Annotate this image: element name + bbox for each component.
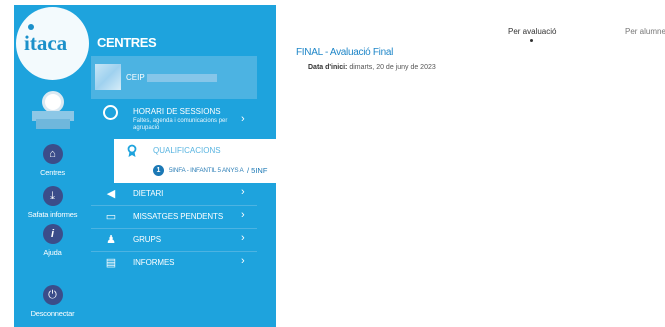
document-icon: ▤ xyxy=(105,257,117,269)
menu-item-informes[interactable]: ▤ INFORMES › xyxy=(91,252,257,274)
tab-per-avaluacio[interactable]: Per avaluació xyxy=(508,27,556,36)
user-avatar[interactable] xyxy=(32,91,74,133)
school-name: CEIP xyxy=(126,73,217,82)
tab-per-alumne[interactable]: Per alumne xyxy=(625,27,665,36)
chat-icon: ▭ xyxy=(105,211,117,223)
school-prefix: CEIP xyxy=(126,73,145,82)
logo-dot xyxy=(28,24,34,30)
group-suffix[interactable]: / 5INF xyxy=(247,166,267,175)
evaluation-title[interactable]: FINAL - Avaluació Final xyxy=(296,47,393,58)
rail-label-centres: Centres xyxy=(40,168,65,177)
menu-item-grups[interactable]: ♟ GRUPS › xyxy=(91,229,257,251)
avatar-head xyxy=(42,91,64,113)
school-selector[interactable]: CEIP xyxy=(91,56,257,99)
menu-item-qualificacions[interactable]: QUALIFICACIONS 1 5INFA - INFANTIL 5 ANYS… xyxy=(114,139,276,183)
informes-label: INFORMES xyxy=(133,258,175,267)
school-name-redacted xyxy=(146,73,217,82)
clock-icon xyxy=(103,105,118,120)
chevron-right-icon: › xyxy=(241,113,245,125)
date-label: Data d'inici: xyxy=(308,64,348,71)
dietari-label: DIETARI xyxy=(133,189,164,198)
missatges-label: MISSATGES PENDENTS xyxy=(133,212,224,221)
left-rail: itaca ⌂ Centres ⤓ Safata informes i Ajud… xyxy=(14,5,91,327)
home-icon: ⌂ xyxy=(42,144,63,164)
download-tray-icon: ⤓ xyxy=(42,186,63,206)
school-image xyxy=(95,64,121,90)
itaca-logo[interactable]: itaca xyxy=(16,7,89,80)
grups-label: GRUPS xyxy=(133,235,161,244)
date-value: dimarts, 20 de juny de 2023 xyxy=(349,64,436,71)
active-tab-indicator xyxy=(530,39,533,42)
award-icon xyxy=(126,144,138,158)
rail-label-desconnectar: Desconnectar xyxy=(30,309,75,318)
rail-item-centres[interactable]: ⌂ Centres xyxy=(14,144,91,177)
megaphone-icon: ◀ xyxy=(106,188,116,200)
evaluation-date: Data d'inici: dimarts, 20 de juny de 202… xyxy=(308,64,436,71)
panel-title: CENTRES xyxy=(97,35,157,50)
logo-text: itaca xyxy=(24,31,68,55)
chevron-right-icon: › xyxy=(241,209,245,221)
menu-item-dietari[interactable]: ◀ DIETARI › xyxy=(91,183,257,205)
chevron-right-icon: › xyxy=(241,255,245,267)
users-icon: ♟ xyxy=(106,234,116,246)
horari-sub: Faltes, agenda i comunicacions per agrup… xyxy=(133,118,228,131)
rail-item-ajuda[interactable]: i Ajuda xyxy=(14,224,91,257)
menu-item-missatges[interactable]: ▭ MISSATGES PENDENTS › xyxy=(91,206,257,228)
info-icon: i xyxy=(42,224,63,244)
chevron-right-icon: › xyxy=(241,186,245,198)
horari-label: HORARI DE SESSIONS xyxy=(133,107,221,116)
qualificacions-label: QUALIFICACIONS xyxy=(153,146,221,155)
chevron-right-icon: › xyxy=(241,232,245,244)
menu-item-horari[interactable]: HORARI DE SESSIONS Faltes, agenda i comu… xyxy=(91,101,257,143)
rail-label-ajuda: Ajuda xyxy=(43,248,62,257)
rail-item-safata-informes[interactable]: ⤓ Safata informes xyxy=(14,186,91,219)
rail-label-safata-informes: Safata informes xyxy=(27,210,78,219)
power-icon: ⏻ xyxy=(42,285,63,305)
count-badge: 1 xyxy=(153,165,164,176)
avatar-role-redacted xyxy=(36,119,70,129)
rail-item-desconnectar[interactable]: ⏻ Desconnectar xyxy=(14,285,91,318)
group-link[interactable]: 5INFA - INFANTIL 5 ANYS A xyxy=(169,167,244,174)
